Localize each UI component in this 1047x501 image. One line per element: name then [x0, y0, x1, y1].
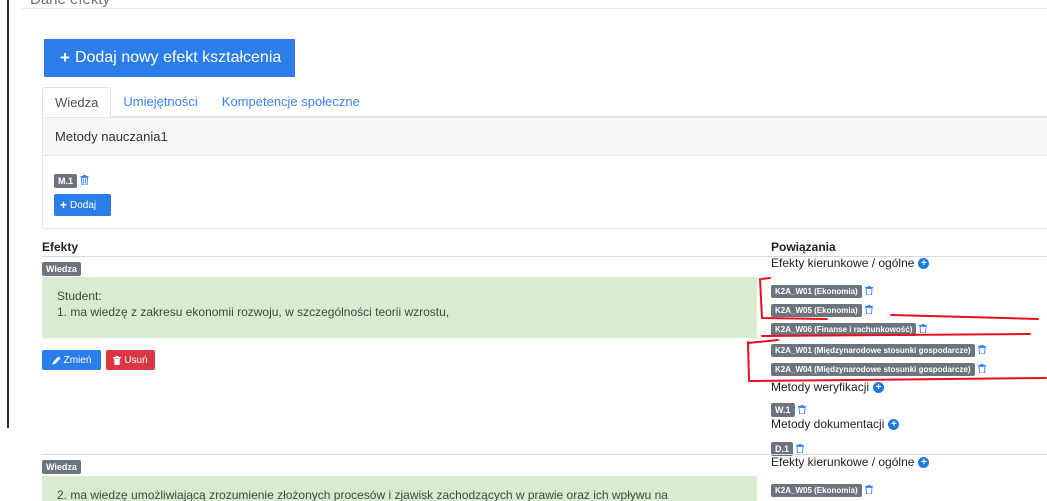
red-annotation-markup — [747, 277, 1047, 382]
